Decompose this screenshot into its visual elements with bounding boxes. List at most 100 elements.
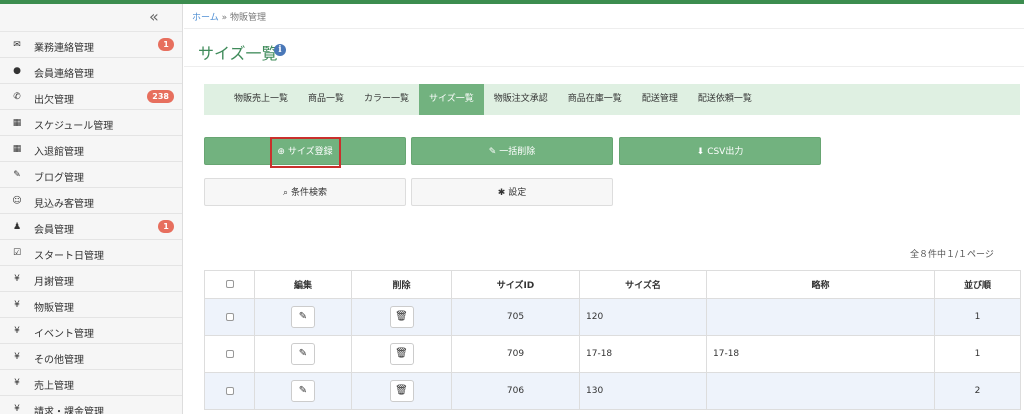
check-square-icon: ☑	[12, 248, 22, 258]
edit-cell: ✎	[254, 335, 352, 373]
yen-icon: ¥	[14, 300, 20, 310]
select-all-checkbox[interactable]	[225, 280, 234, 288]
sidebar-item-label: 物販管理	[34, 303, 74, 314]
trash-icon[interactable]: 🗑	[389, 306, 414, 328]
size-name-cell: 120	[579, 298, 707, 336]
tab-item[interactable]: 物販売上一覧	[224, 84, 298, 115]
row-select-cell	[204, 335, 255, 373]
sidebar-item[interactable]: ¥ 月謝管理	[0, 266, 182, 292]
comment-icon: ●	[13, 66, 21, 76]
breadcrumb-home-link[interactable]: ホーム	[192, 13, 219, 23]
table-row: ✎ 🗑 709 17-18 17-18 1	[204, 335, 1021, 373]
row-checkbox[interactable]	[225, 312, 234, 321]
tab-item[interactable]: 物販注文承認	[484, 84, 558, 115]
tab-item[interactable]: 商品在庫一覧	[558, 84, 632, 115]
row-checkbox[interactable]	[225, 349, 234, 358]
trash-icon[interactable]: 🗑	[389, 380, 414, 402]
sidebar-item[interactable]: ▦ スケジュール管理	[0, 110, 182, 136]
sidebar-item-label: イベント管理	[34, 329, 94, 340]
sidebar-item-label: 見込み客管理	[34, 199, 94, 210]
sidebar-item[interactable]: ✉ 業務連絡管理 1	[0, 32, 182, 58]
settings-label: 設定	[508, 188, 527, 198]
smile-icon: ☺	[12, 196, 22, 206]
pencil-icon: ✎	[488, 147, 497, 157]
sidebar-collapse-toggle[interactable]: «	[0, 4, 182, 32]
breadcrumb-separator: »	[221, 13, 228, 23]
settings-button[interactable]: ✱ 設定	[411, 178, 613, 206]
calendar-icon: ▦	[12, 118, 22, 128]
sidebar-item[interactable]: ♟ 会員管理 1	[0, 214, 182, 240]
trash-icon[interactable]: 🗑	[389, 343, 414, 365]
download-icon: ⬇	[696, 147, 705, 157]
highlight-box	[270, 137, 341, 168]
table-row: ✎ 🗑 706 130 2	[204, 372, 1021, 410]
table-row: ✎ 🗑 705 120 1	[204, 298, 1021, 336]
size-name-cell: 130	[579, 372, 707, 410]
sidebar-item[interactable]: ¥ 請求・課金管理	[0, 396, 182, 414]
header-abbreviation[interactable]: 略称	[706, 270, 935, 299]
size-id-cell: 709	[451, 335, 580, 373]
size-table: 編集 削除 サイズID サイズ名 略称 並び順 ✎ 🗑 705 120 1 ✎ 🗑 709 17…	[204, 270, 1021, 410]
pencil-icon[interactable]: ✎	[291, 306, 315, 328]
sidebar-item-label: その他管理	[34, 355, 84, 366]
info-icon[interactable]: i	[274, 44, 286, 56]
sidebar-item-label: 業務連絡管理	[34, 43, 94, 54]
tab-item[interactable]: 配送管理	[632, 84, 688, 115]
header-sort-order[interactable]: 並び順	[934, 270, 1021, 299]
bulk-delete-button[interactable]: ✎ 一括削除	[411, 137, 613, 165]
double-chevron-left-icon: «	[149, 7, 159, 26]
notification-badge: 238	[147, 90, 174, 103]
pencil-icon[interactable]: ✎	[291, 343, 315, 365]
pencil-icon: ✎	[13, 170, 21, 180]
abbreviation-cell: 17-18	[706, 335, 935, 373]
notification-badge: 1	[158, 38, 174, 51]
size-id-cell: 705	[451, 298, 580, 336]
header-size-id[interactable]: サイズID	[451, 270, 580, 299]
sort-order-cell: 1	[934, 298, 1021, 336]
search-icon: ⌕	[282, 188, 289, 198]
user-icon: ♟	[12, 222, 22, 232]
divider	[184, 28, 1024, 29]
pencil-icon[interactable]: ✎	[291, 380, 315, 402]
notification-badge: 1	[158, 220, 174, 233]
size-id-cell: 706	[451, 372, 580, 410]
sidebar-item[interactable]: ☺ 見込み客管理	[0, 188, 182, 214]
phone-icon: ✆	[13, 92, 21, 102]
breadcrumb-current: 物販管理	[230, 13, 267, 23]
sidebar-item-label: ブログ管理	[34, 173, 84, 184]
pagination-summary: 全８件中１/１ページ	[910, 250, 994, 260]
row-select-cell	[204, 298, 255, 336]
sidebar-item[interactable]: ● 会員連絡管理	[0, 58, 182, 84]
sidebar-item[interactable]: ¥ イベント管理	[0, 318, 182, 344]
header-delete: 削除	[351, 270, 452, 299]
sidebar-item[interactable]: ☑ スタート日管理	[0, 240, 182, 266]
bulk-delete-label: 一括削除	[499, 147, 536, 157]
sidebar-item[interactable]: ✎ ブログ管理	[0, 162, 182, 188]
tab-item[interactable]: 商品一覧	[298, 84, 354, 115]
csv-export-button[interactable]: ⬇ CSV出力	[619, 137, 821, 165]
divider	[184, 66, 1024, 67]
sidebar-item[interactable]: ¥ 物販管理	[0, 292, 182, 318]
tab-item[interactable]: サイズ一覧	[419, 84, 484, 115]
tab-item[interactable]: 配送依頼一覧	[688, 84, 762, 115]
breadcrumb: ホーム » 物販管理	[192, 10, 266, 23]
gear-icon: ✱	[497, 188, 506, 198]
tab-item[interactable]: カラー一覧	[354, 84, 419, 115]
condition-search-label: 条件検索	[291, 188, 328, 198]
sidebar-item[interactable]: ✆ 出欠管理 238	[0, 84, 182, 110]
sidebar-item[interactable]: ¥ 売上管理	[0, 370, 182, 396]
sidebar-item[interactable]: ▦ 入退館管理	[0, 136, 182, 162]
calendar-icon: ▦	[12, 144, 22, 154]
envelope-icon: ✉	[13, 40, 21, 50]
row-checkbox[interactable]	[225, 386, 234, 395]
sidebar-item[interactable]: ¥ その他管理	[0, 344, 182, 370]
header-edit: 編集	[254, 270, 352, 299]
sidebar-item-label: 月謝管理	[34, 277, 74, 288]
abbreviation-cell	[706, 372, 935, 410]
header-size-name[interactable]: サイズ名	[579, 270, 707, 299]
delete-cell: 🗑	[351, 372, 452, 410]
condition-search-button[interactable]: ⌕ 条件検索	[204, 178, 406, 206]
sort-order-cell: 1	[934, 335, 1021, 373]
delete-cell: 🗑	[351, 298, 452, 336]
abbreviation-cell	[706, 298, 935, 336]
